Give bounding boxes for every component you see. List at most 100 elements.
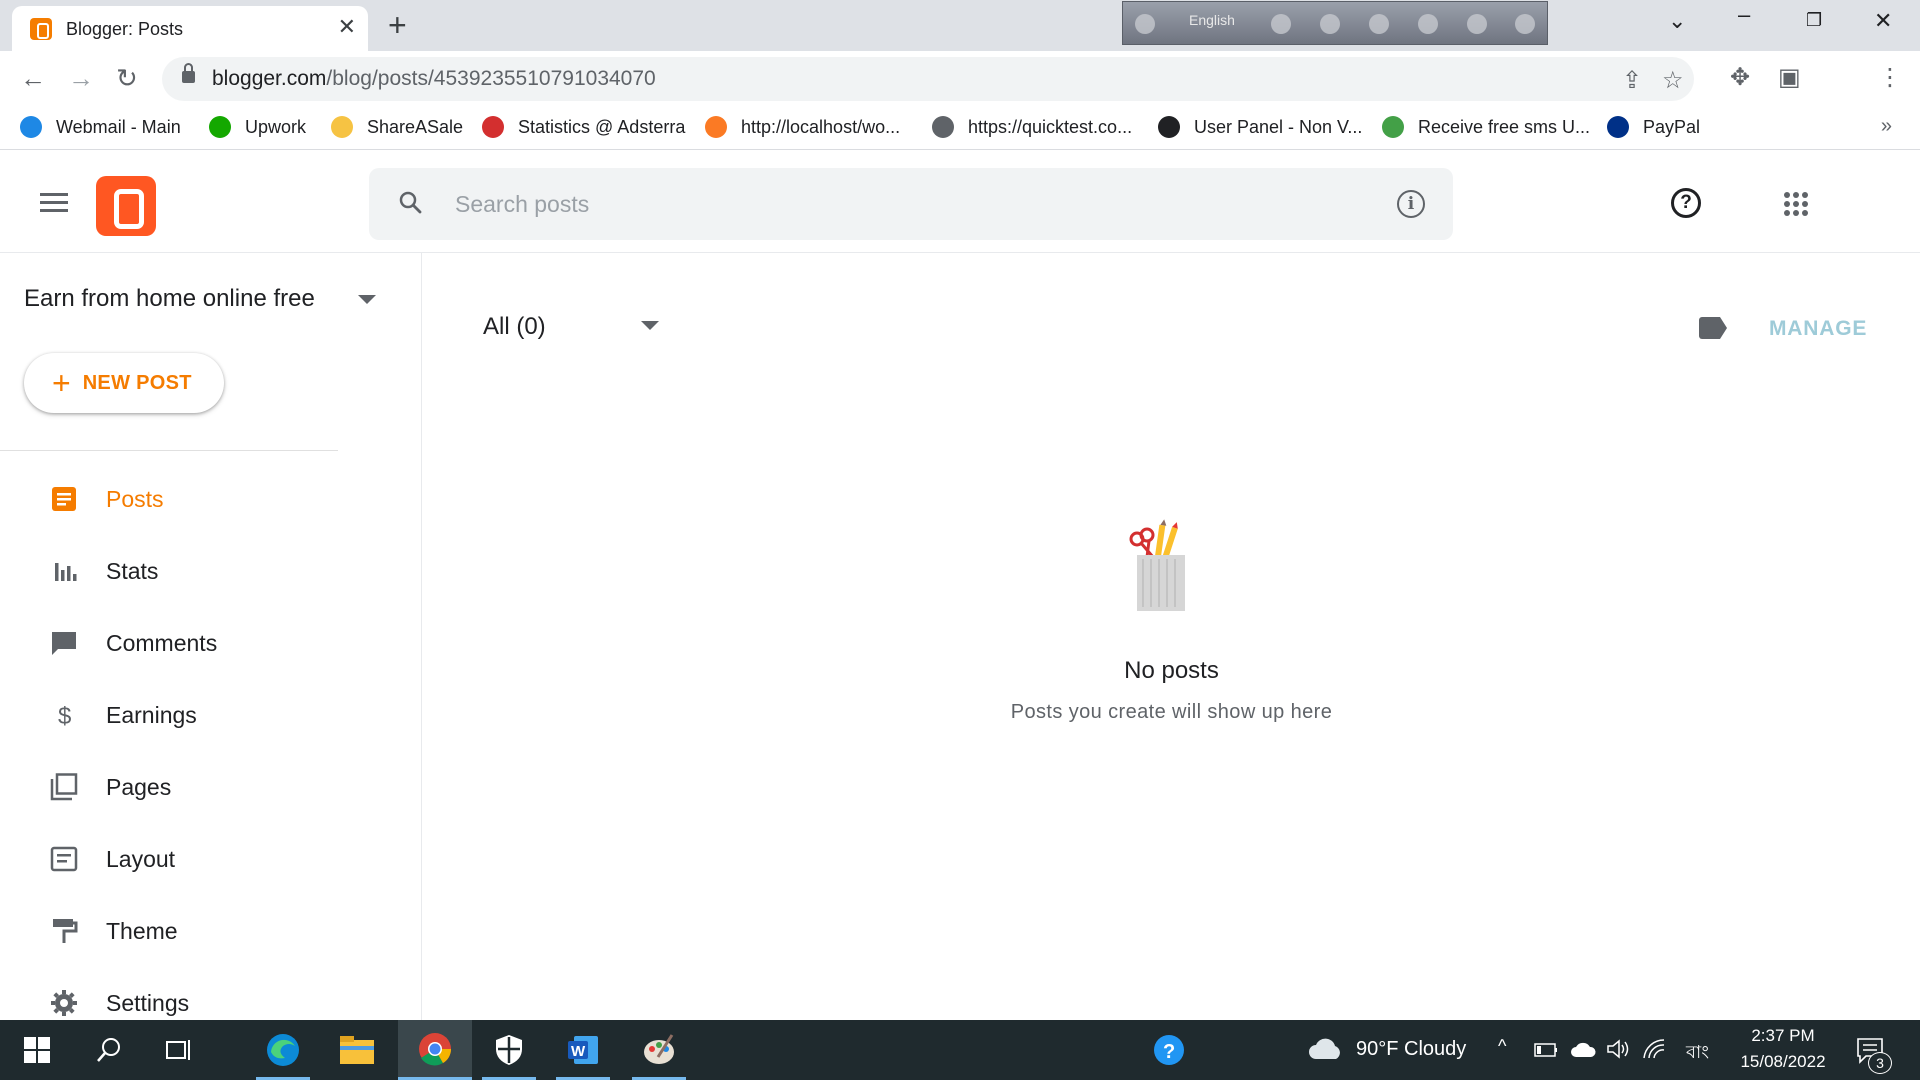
sidebar-item-stats[interactable]: Stats <box>0 541 420 601</box>
bookmark-receive-sms[interactable]: Receive free sms U... <box>1382 113 1590 141</box>
language-bar[interactable]: English <box>1122 1 1548 45</box>
taskbar-security[interactable] <box>472 1020 546 1080</box>
taskbar-chrome[interactable] <box>398 1020 472 1080</box>
chrome-menu-icon[interactable]: ⋮ <box>1878 63 1902 92</box>
input-language-indicator[interactable]: বাং <box>1686 1038 1709 1069</box>
tab-strip: Blogger: Posts ✕ + English ⌄ – ❐ ✕ <box>0 0 1920 51</box>
tab-close-icon[interactable]: ✕ <box>338 15 356 39</box>
taskbar-help[interactable]: ? <box>1132 1020 1206 1080</box>
blogger-logo-icon[interactable] <box>96 176 156 236</box>
start-button[interactable] <box>0 1020 74 1080</box>
lock-icon[interactable] <box>182 63 195 83</box>
sidebar-item-layout[interactable]: Layout <box>0 829 420 889</box>
sidebar-item-earnings[interactable]: $ Earnings <box>0 685 420 745</box>
taskbar-paint[interactable] <box>622 1020 696 1080</box>
minimize-button[interactable]: – <box>1738 2 1750 28</box>
sidebar-item-posts[interactable]: Posts <box>0 469 420 529</box>
bookmark-star-icon[interactable]: ☆ <box>1662 66 1684 95</box>
post-filter-dropdown[interactable]: All (0) <box>483 313 546 341</box>
empty-state-title: No posts <box>1124 657 1219 684</box>
bookmarks-bar: Webmail - Main Upwork ShareASale Statist… <box>0 105 1920 150</box>
clock-time[interactable]: 2:37 PM <box>1720 1026 1846 1046</box>
taskbar-search-button[interactable] <box>72 1020 146 1080</box>
search-input[interactable] <box>455 186 1355 222</box>
keyboard-icon[interactable] <box>1271 14 1291 34</box>
share-icon[interactable]: ⇪ <box>1622 66 1642 95</box>
sidebar-item-label: Pages <box>106 773 172 800</box>
bookmark-paypal[interactable]: PayPal <box>1607 113 1700 141</box>
svg-text:?: ? <box>1163 1041 1175 1063</box>
side-panel-icon[interactable]: ▣ <box>1778 63 1801 92</box>
angular-icon <box>1158 116 1180 138</box>
cloud-icon[interactable] <box>1308 1037 1344 1061</box>
sidebar-item-pages[interactable]: Pages <box>0 757 420 817</box>
sidebar-item-label: Posts <box>106 485 164 512</box>
url-text[interactable]: blogger.com/blog/posts/45392355107910340… <box>212 67 656 91</box>
back-arrow-icon[interactable]: ← <box>20 63 46 93</box>
posts-panel: All (0) MANAGE No posts Posts you create… <box>423 253 1920 1020</box>
xampp-icon <box>705 116 727 138</box>
taskbar-word[interactable]: W <box>546 1020 620 1080</box>
bookmark-upwork[interactable]: Upwork <box>209 113 306 141</box>
bookmark-adsterra[interactable]: Statistics @ Adsterra <box>482 113 685 141</box>
comments-icon <box>52 632 76 655</box>
chrome-icon <box>419 1032 452 1065</box>
bookmark-shareasale[interactable]: ShareASale <box>331 113 463 141</box>
google-apps-icon[interactable] <box>1784 192 1808 216</box>
tool-icon[interactable] <box>1320 14 1340 34</box>
blogger-favicon-icon <box>30 18 52 40</box>
taskbar-file-explorer[interactable] <box>320 1020 394 1080</box>
bookmark-user-panel[interactable]: User Panel - Non V... <box>1158 113 1362 141</box>
tray-overflow-chevron-icon[interactable]: ^ <box>1498 1036 1506 1057</box>
restore-button[interactable]: ❐ <box>1806 10 1822 31</box>
onedrive-cloud-icon[interactable] <box>1570 1040 1596 1058</box>
bookmark-webmail[interactable]: Webmail - Main <box>20 113 181 141</box>
volume-icon[interactable] <box>1606 1038 1630 1060</box>
settings-icon <box>51 990 77 1016</box>
reload-icon[interactable]: ↻ <box>116 63 138 93</box>
label-tag-icon[interactable] <box>1699 317 1727 339</box>
new-tab-button[interactable]: + <box>388 8 407 42</box>
search-bar[interactable]: i <box>369 168 1453 240</box>
manage-labels-button[interactable]: MANAGE <box>1769 317 1867 341</box>
bookmark-quicktest[interactable]: https://quicktest.co... <box>932 113 1132 141</box>
clock-date[interactable]: 15/08/2022 <box>1720 1052 1846 1072</box>
info-circle-icon[interactable] <box>1515 14 1535 34</box>
new-post-label: NEW POST <box>82 371 192 394</box>
webmail-icon <box>20 116 42 138</box>
posts-icon <box>52 487 76 511</box>
language-label[interactable]: English <box>1189 12 1235 28</box>
bookmark-localhost[interactable]: http://localhost/wo... <box>705 113 900 141</box>
extensions-puzzle-icon[interactable]: ✥ <box>1730 63 1750 92</box>
task-view-button[interactable] <box>142 1020 216 1080</box>
pencil-cup-illustration <box>1129 519 1185 611</box>
address-bar[interactable]: blogger.com/blog/posts/45392355107910340… <box>162 57 1694 101</box>
sms-icon <box>1382 116 1404 138</box>
close-window-button[interactable]: ✕ <box>1874 8 1892 34</box>
search-icon[interactable] <box>398 190 422 214</box>
battery-icon[interactable] <box>1534 1042 1558 1058</box>
pages-icon <box>50 773 78 801</box>
sidebar-item-theme[interactable]: Theme <box>0 901 420 961</box>
weather-text[interactable]: 90°F Cloudy <box>1356 1038 1466 1061</box>
sidebar-item-comments[interactable]: Comments <box>0 613 420 673</box>
browser-tab[interactable]: Blogger: Posts ✕ <box>12 6 368 51</box>
wifi-icon[interactable] <box>1642 1038 1666 1060</box>
help-circle-icon[interactable] <box>1467 14 1487 34</box>
search-info-icon[interactable]: i <box>1397 190 1425 218</box>
blog-selector-caret-icon[interactable] <box>358 295 376 304</box>
blog-selector[interactable]: Earn from home online free <box>24 285 315 313</box>
help-icon[interactable]: ? <box>1671 188 1701 218</box>
settings-gear-icon[interactable] <box>1369 14 1389 34</box>
tab-search-chevron-icon[interactable]: ⌄ <box>1668 8 1686 34</box>
taskbar-edge[interactable] <box>246 1020 320 1080</box>
ime-icon[interactable] <box>1135 14 1155 34</box>
bookmarks-overflow-icon[interactable]: » <box>1881 115 1892 138</box>
sidebar-item-label: Comments <box>106 629 218 656</box>
forward-arrow-icon[interactable]: → <box>68 63 94 93</box>
new-post-button[interactable]: + NEW POST <box>24 353 224 413</box>
sidebar-item-label: Theme <box>106 917 178 944</box>
filter-caret-icon[interactable] <box>641 321 659 330</box>
edge-ie-icon[interactable] <box>1418 14 1438 34</box>
menu-hamburger-icon[interactable] <box>40 193 68 213</box>
